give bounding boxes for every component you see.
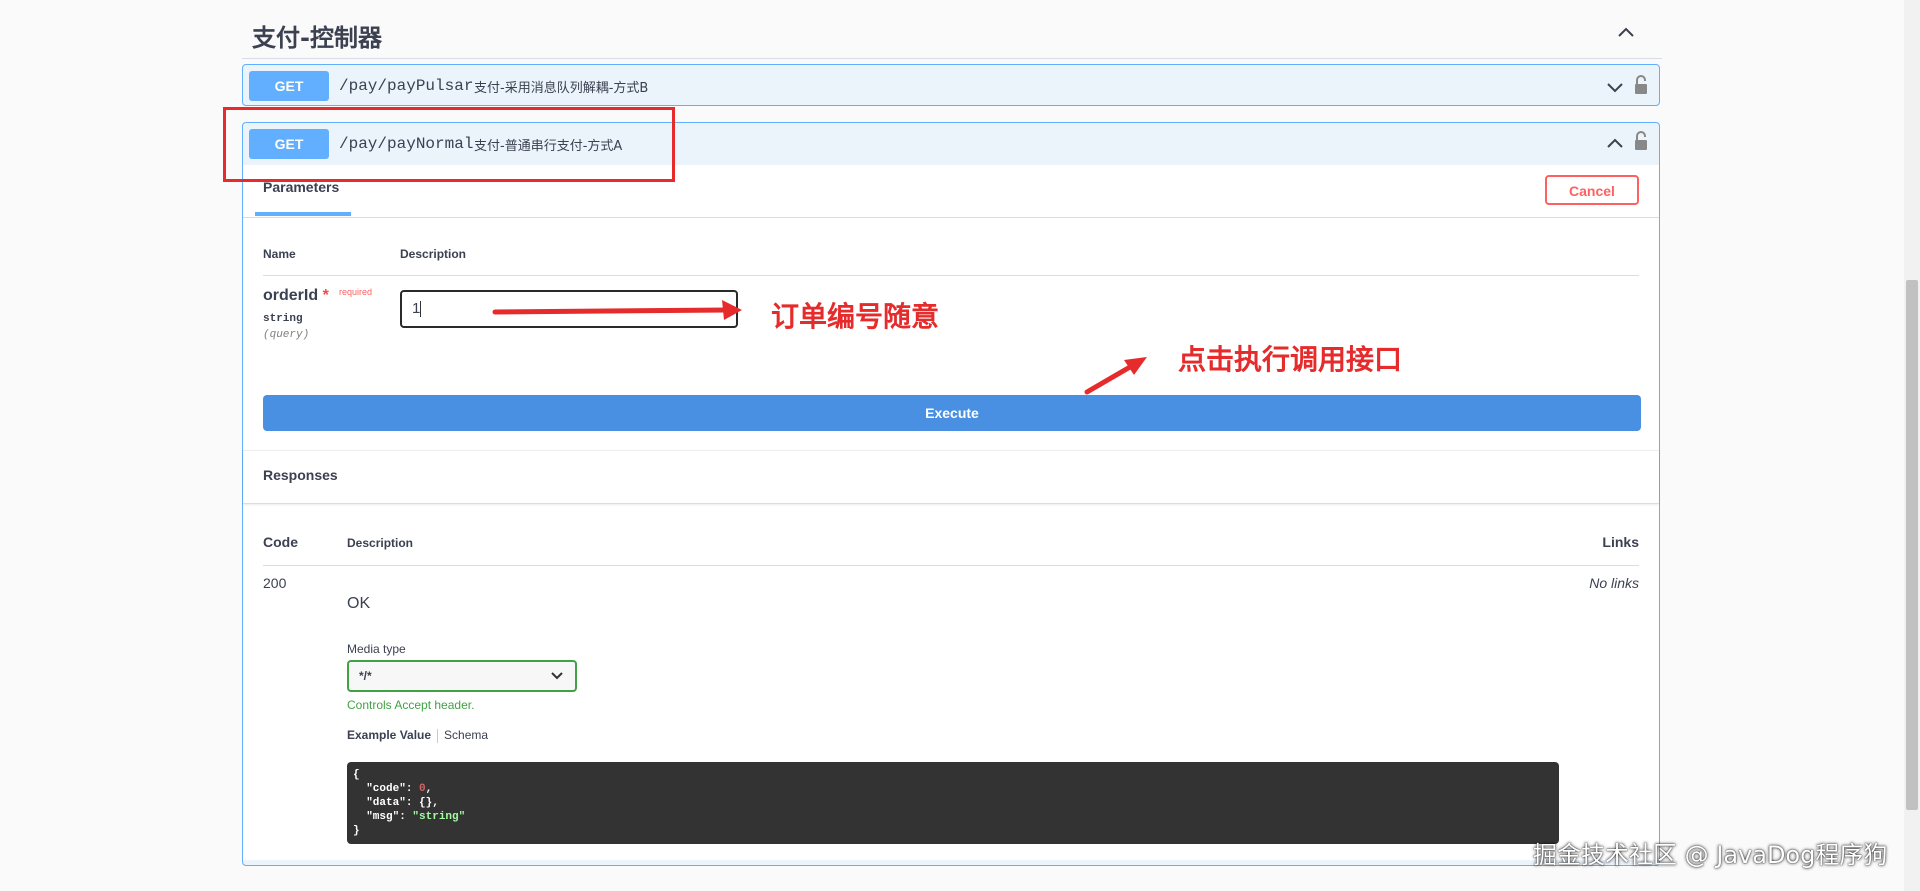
scrollbar-thumb[interactable] (1906, 280, 1918, 810)
arrow-head (722, 300, 742, 320)
order-id-annotation: 订单编号随意 (771, 300, 940, 333)
annotation-arrows (492, 300, 1147, 395)
execute-annotation: 点击执行调用接口 (1178, 343, 1403, 376)
arrow-line (492, 307, 731, 315)
watermark: 掘金技术社区 @ JavaDog程序狗 (1533, 841, 1888, 869)
arrow-line (1084, 364, 1133, 395)
